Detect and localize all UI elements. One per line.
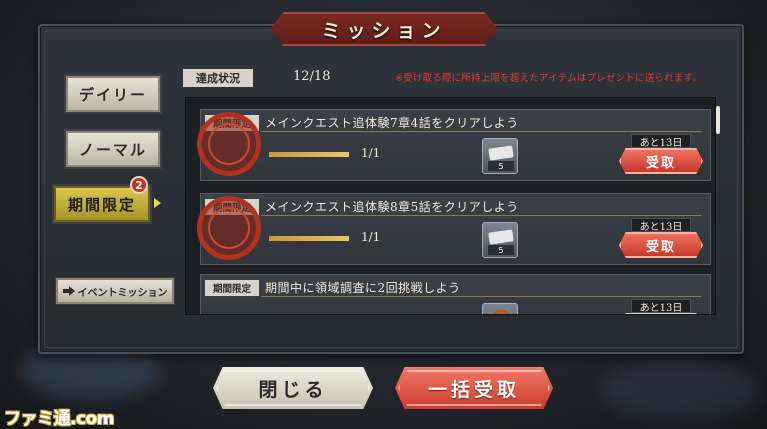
claim-button[interactable]: 受取 [619, 148, 703, 174]
mission-title: 期間中に領域調査に2回挑戦しよう [265, 281, 461, 295]
reward-item: 5 [482, 222, 518, 258]
event-mission-label: イベントミッション [77, 287, 168, 299]
remaining-time: あと13日 [631, 134, 691, 149]
reward-item [482, 303, 518, 314]
event-mission-button[interactable]: イベントミッション [55, 277, 175, 305]
claim-button-disabled [619, 313, 703, 314]
active-tab-arrow-icon [154, 198, 161, 208]
scrollbar[interactable] [716, 106, 720, 134]
ticket-icon [488, 145, 514, 161]
tab-daily[interactable]: デイリー [64, 74, 162, 114]
background-scenery [600, 360, 760, 420]
progress-bar [269, 236, 349, 241]
notice-text: ※受け取る際に所持上限を超えたアイテムはプレゼントに送られます。 [395, 73, 702, 84]
progress-value: 12/18 [293, 69, 331, 84]
reward-quantity: 5 [488, 161, 514, 171]
mission-card: 期間限定 メインクエスト追体験7章4話をクリアしよう 1/1 5 あと13日 受… [197, 109, 711, 181]
divider [261, 215, 701, 216]
cleared-stamp-icon [197, 196, 261, 260]
remaining-time: あと13日 [631, 218, 691, 233]
progress-count: 1/1 [361, 146, 381, 160]
mission-tag: 期間限定 [205, 280, 259, 296]
progress-bar-fill [269, 236, 349, 241]
watermark-logo: ファミ通.com [4, 409, 114, 429]
progress-bar [269, 152, 349, 157]
reward-quantity: 5 [488, 245, 514, 255]
arrow-right-icon [62, 286, 75, 296]
ticket-icon [488, 229, 514, 245]
mission-card: 期間限定 メインクエスト追体験8章5話をクリアしよう 1/1 5 あと13日 受… [197, 193, 711, 265]
progress-bar-fill [269, 152, 349, 157]
divider [261, 131, 701, 132]
progress-label: 達成状況 [183, 69, 253, 87]
reward-item: 5 [482, 138, 518, 174]
claim-all-button[interactable]: 一括受取 [395, 367, 553, 409]
notification-badge: 2 [130, 176, 148, 194]
mission-card: 期間限定 期間中に領域調査に2回挑戦しよう あと13日 [200, 274, 711, 314]
progress-count: 1/1 [361, 230, 381, 244]
tab-normal[interactable]: ノーマル [64, 129, 162, 169]
orb-icon [491, 310, 511, 314]
remaining-time: あと13日 [631, 299, 691, 314]
claim-button[interactable]: 受取 [619, 232, 703, 258]
cleared-stamp-icon [197, 112, 261, 176]
mission-title: メインクエスト追体験7章4話をクリアしよう [265, 116, 519, 130]
divider [261, 296, 701, 297]
close-button[interactable]: 閉じる [213, 367, 373, 409]
mission-title: メインクエスト追体験8章5話をクリアしよう [265, 200, 519, 214]
mission-list[interactable]: 期間限定 メインクエスト追体験7章4話をクリアしよう 1/1 5 あと13日 受… [185, 97, 716, 315]
page-title: ミッション [270, 12, 498, 46]
